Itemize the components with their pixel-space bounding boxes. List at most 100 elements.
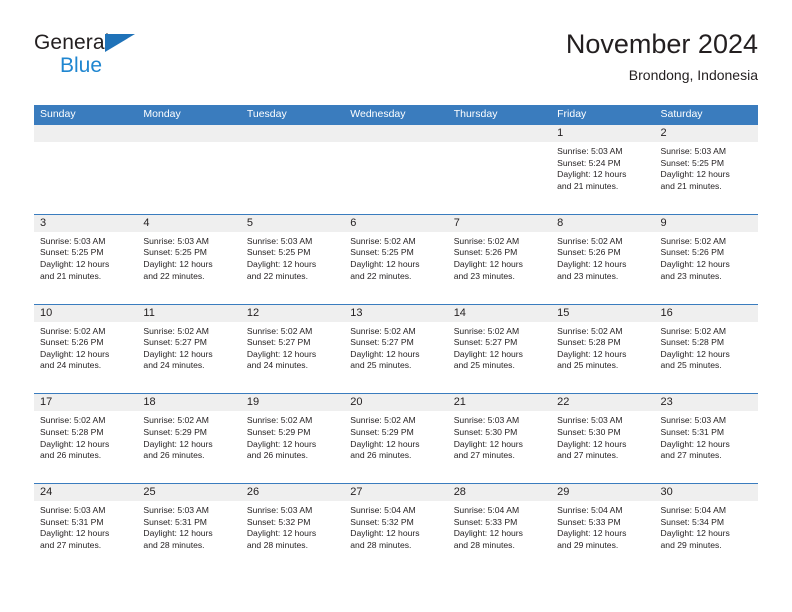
day-number: 4 <box>137 214 241 232</box>
day-details: Sunrise: 5:02 AM Sunset: 5:28 PM Daylight:… <box>655 322 758 372</box>
daylight-text-line2: and 24 minutes. <box>246 360 308 371</box>
day-number: 12 <box>240 304 345 322</box>
sunset-text: Sunset: 5:27 PM <box>350 337 414 348</box>
weekday-header-wednesday: Wednesday <box>350 108 406 120</box>
sunrise-text: Sunrise: 5:02 AM <box>350 235 416 246</box>
daylight-text-line1: Daylight: 12 hours <box>350 258 420 269</box>
weekday-header-saturday: Saturday <box>660 108 703 120</box>
sunset-text: Sunset: 5:25 PM <box>143 247 207 258</box>
calendar-cell-empty <box>137 124 241 214</box>
calendar-day-cell[interactable]: 29 Sunrise: 5:04 AM Sunset: 5:33 PM Dayligh… <box>551 483 655 573</box>
calendar-day-cell[interactable]: 17 Sunrise: 5:02 AM Sunset: 5:28 PM Dayligh… <box>34 393 138 484</box>
brand-name-dark: General <box>34 31 110 54</box>
calendar-day-cell[interactable]: 16 Sunrise: 5:02 AM Sunset: 5:28 PM Dayligh… <box>654 303 758 394</box>
sunset-text: Sunset: 5:33 PM <box>557 516 621 527</box>
daylight-text-line1: Daylight: 12 hours <box>557 438 627 449</box>
daylight-text-line1: Daylight: 12 hours <box>40 438 110 449</box>
sunset-text: Sunset: 5:32 PM <box>350 516 414 527</box>
sunrise-text: Sunrise: 5:04 AM <box>350 505 416 516</box>
sunset-text: Sunset: 5:27 PM <box>453 337 518 348</box>
calendar-day-cell[interactable]: 30 Sunrise: 5:04 AM Sunset: 5:34 PM Dayligh… <box>654 483 758 573</box>
day-number <box>137 125 241 142</box>
calendar-day-cell[interactable]: 21 Sunrise: 5:03 AM Sunset: 5:30 PM Dayligh… <box>447 393 552 484</box>
day-details: Sunrise: 5:02 AM Sunset: 5:26 PM Daylight:… <box>34 322 137 372</box>
daylight-text-line2: and 27 minutes. <box>453 450 515 461</box>
brand-logo[interactable]: General Blue <box>34 32 234 86</box>
calendar-day-cell[interactable]: 28 Sunrise: 5:04 AM Sunset: 5:33 PM Dayligh… <box>447 483 552 573</box>
sunrise-text: Sunrise: 5:04 AM <box>660 505 726 516</box>
day-details: Sunrise: 5:02 AM Sunset: 5:27 PM Daylight:… <box>137 322 240 372</box>
daylight-text-line1: Daylight: 12 hours <box>557 348 627 359</box>
daylight-text-line2: and 28 minutes. <box>143 539 205 550</box>
calendar-day-cell[interactable]: 27 Sunrise: 5:04 AM Sunset: 5:32 PM Dayligh… <box>344 483 448 573</box>
calendar-day-cell[interactable]: 1 Sunrise: 5:03 AM Sunset: 5:24 PM Daylight… <box>551 124 655 214</box>
calendar-day-cell[interactable]: 23 Sunrise: 5:03 AM Sunset: 5:31 PM Dayligh… <box>654 393 758 484</box>
daylight-text-line1: Daylight: 12 hours <box>143 258 213 269</box>
page-header: General Blue November 2024 Brondong, Ind… <box>34 28 758 100</box>
daylight-text-line2: and 29 minutes. <box>660 539 722 550</box>
sunrise-text: Sunrise: 5:03 AM <box>143 235 209 246</box>
sunset-text: Sunset: 5:31 PM <box>40 516 104 527</box>
weekday-header-sunday: Sunday <box>40 108 76 120</box>
page-subtitle: Brondong, Indonesia <box>628 67 758 83</box>
daylight-text-line2: and 28 minutes. <box>246 539 308 550</box>
calendar-day-cell[interactable]: 24 Sunrise: 5:03 AM Sunset: 5:31 PM Dayligh… <box>34 483 138 573</box>
day-number: 17 <box>34 394 138 412</box>
calendar-weeks: 1 Sunrise: 5:03 AM Sunset: 5:24 PM Daylight… <box>34 124 758 573</box>
day-number <box>344 125 448 142</box>
calendar-day-cell[interactable]: 11 Sunrise: 5:02 AM Sunset: 5:27 PM Dayligh… <box>137 303 241 394</box>
day-details: Sunrise: 5:02 AM Sunset: 5:28 PM Daylight:… <box>34 411 137 461</box>
day-details: Sunrise: 5:02 AM Sunset: 5:29 PM Daylight:… <box>344 411 447 461</box>
calendar-day-cell[interactable]: 7 Sunrise: 5:02 AM Sunset: 5:26 PM Daylight… <box>447 213 552 304</box>
day-details: Sunrise: 5:02 AM Sunset: 5:27 PM Daylight:… <box>344 322 447 372</box>
calendar-day-cell[interactable]: 19 Sunrise: 5:02 AM Sunset: 5:29 PM Dayligh… <box>240 393 345 484</box>
calendar-day-cell[interactable]: 20 Sunrise: 5:02 AM Sunset: 5:29 PM Dayligh… <box>344 393 448 484</box>
calendar-day-cell[interactable]: 6 Sunrise: 5:02 AM Sunset: 5:25 PM Daylight… <box>344 213 448 304</box>
calendar-day-cell[interactable]: 10 Sunrise: 5:02 AM Sunset: 5:26 PM Dayligh… <box>34 303 138 394</box>
daylight-text-line2: and 29 minutes. <box>557 539 619 550</box>
day-number: 16 <box>654 304 758 322</box>
triangle-icon <box>105 34 135 52</box>
calendar-week-row: 3 Sunrise: 5:03 AM Sunset: 5:25 PM Daylight… <box>34 213 758 304</box>
calendar-day-cell[interactable]: 14 Sunrise: 5:02 AM Sunset: 5:27 PM Dayligh… <box>447 303 552 394</box>
sunset-text: Sunset: 5:28 PM <box>557 337 621 348</box>
sunrise-text: Sunrise: 5:02 AM <box>453 325 520 336</box>
day-details: Sunrise: 5:03 AM Sunset: 5:25 PM Daylight:… <box>137 232 240 282</box>
daylight-text-line2: and 25 minutes. <box>453 360 515 371</box>
calendar-day-cell[interactable]: 8 Sunrise: 5:02 AM Sunset: 5:26 PM Daylight… <box>551 213 655 304</box>
sunrise-text: Sunrise: 5:02 AM <box>143 325 209 336</box>
weekday-header-thursday: Thursday <box>453 108 498 120</box>
calendar-day-cell[interactable]: 4 Sunrise: 5:03 AM Sunset: 5:25 PM Daylight… <box>137 213 241 304</box>
title-block: November 2024 Brondong, Indonesia <box>566 28 758 84</box>
day-number: 24 <box>34 484 138 502</box>
daylight-text-line2: and 23 minutes. <box>453 270 515 281</box>
day-details: Sunrise: 5:03 AM Sunset: 5:31 PM Daylight:… <box>137 501 240 551</box>
daylight-text-line2: and 22 minutes. <box>246 270 308 281</box>
calendar-day-cell[interactable]: 9 Sunrise: 5:02 AM Sunset: 5:26 PM Daylight… <box>654 213 758 304</box>
daylight-text-line1: Daylight: 12 hours <box>246 258 317 269</box>
day-details: Sunrise: 5:03 AM Sunset: 5:30 PM Daylight:… <box>448 411 551 461</box>
sunrise-text: Sunrise: 5:03 AM <box>143 505 209 516</box>
sunset-text: Sunset: 5:33 PM <box>453 516 518 527</box>
day-number: 21 <box>447 394 552 412</box>
calendar-day-cell[interactable]: 26 Sunrise: 5:03 AM Sunset: 5:32 PM Dayligh… <box>240 483 345 573</box>
sunrise-text: Sunrise: 5:03 AM <box>246 505 313 516</box>
daylight-text-line1: Daylight: 12 hours <box>453 348 523 359</box>
day-number: 9 <box>654 214 758 232</box>
calendar-day-cell[interactable]: 18 Sunrise: 5:02 AM Sunset: 5:29 PM Dayligh… <box>137 393 241 484</box>
sunrise-text: Sunrise: 5:02 AM <box>350 325 416 336</box>
calendar-day-cell[interactable]: 13 Sunrise: 5:02 AM Sunset: 5:27 PM Dayligh… <box>344 303 448 394</box>
sunset-text: Sunset: 5:24 PM <box>557 157 621 168</box>
calendar-day-cell[interactable]: 15 Sunrise: 5:02 AM Sunset: 5:28 PM Dayligh… <box>551 303 655 394</box>
calendar-day-cell[interactable]: 2 Sunrise: 5:03 AM Sunset: 5:25 PM Daylight… <box>654 124 758 214</box>
calendar-day-cell[interactable]: 25 Sunrise: 5:03 AM Sunset: 5:31 PM Dayligh… <box>137 483 241 573</box>
sunrise-text: Sunrise: 5:02 AM <box>246 415 313 426</box>
daylight-text-line2: and 22 minutes. <box>350 270 412 281</box>
day-details: Sunrise: 5:02 AM Sunset: 5:29 PM Daylight:… <box>137 411 240 461</box>
calendar-day-cell[interactable]: 5 Sunrise: 5:03 AM Sunset: 5:25 PM Daylight… <box>240 213 345 304</box>
sunset-text: Sunset: 5:30 PM <box>453 426 518 437</box>
calendar-day-cell[interactable]: 22 Sunrise: 5:03 AM Sunset: 5:30 PM Dayligh… <box>551 393 655 484</box>
calendar-day-cell[interactable]: 3 Sunrise: 5:03 AM Sunset: 5:25 PM Daylight… <box>34 213 138 304</box>
daylight-text-line1: Daylight: 12 hours <box>40 348 110 359</box>
calendar-day-cell[interactable]: 12 Sunrise: 5:02 AM Sunset: 5:27 PM Dayligh… <box>240 303 345 394</box>
